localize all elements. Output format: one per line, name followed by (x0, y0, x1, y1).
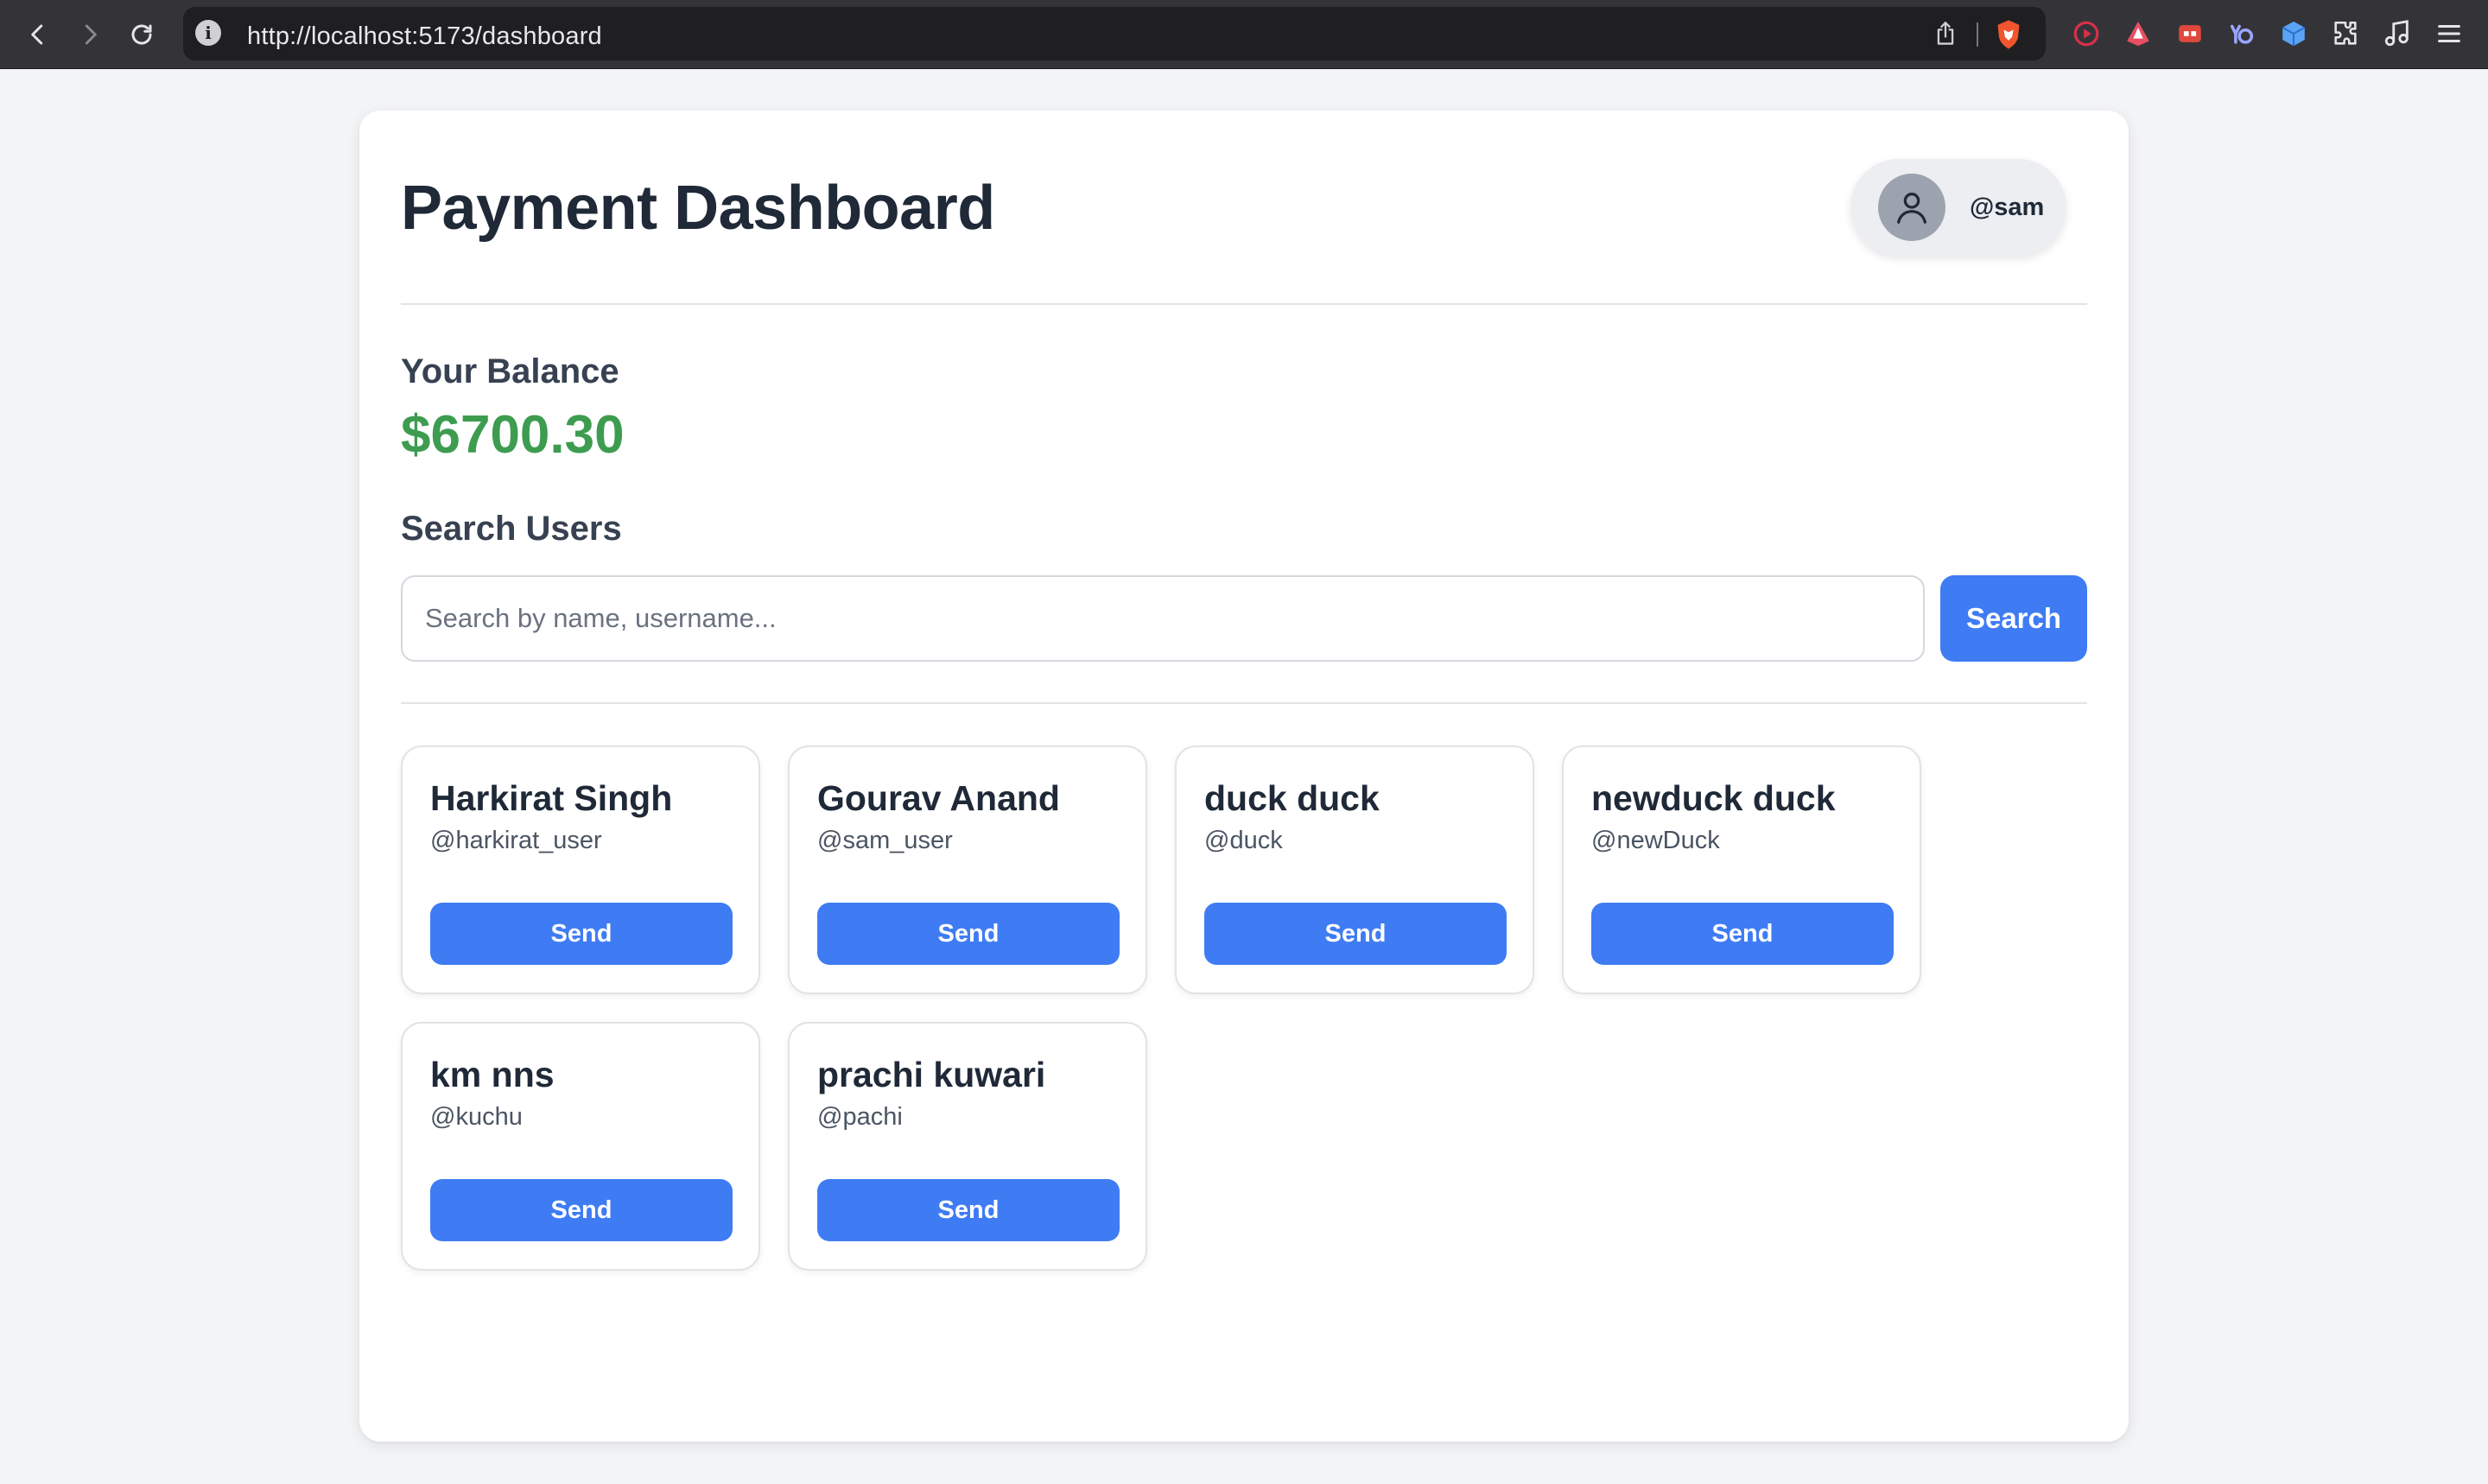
yo-extension-icon[interactable] (2224, 16, 2260, 52)
send-button[interactable]: Send (1591, 903, 1894, 965)
brave-shield-icon[interactable] (1994, 19, 2023, 54)
user-profile-pill[interactable]: @sam (1850, 159, 2066, 256)
site-info-icon[interactable]: i (195, 20, 221, 46)
address-bar-separator (1977, 22, 1978, 47)
search-input[interactable] (401, 575, 1925, 662)
share-icon[interactable] (1933, 21, 1958, 51)
cube-extension-icon[interactable] (2275, 16, 2312, 52)
user-username: @pachi (817, 1103, 903, 1131)
user-card: duck duck @duck Send (1175, 745, 1534, 994)
send-button[interactable]: Send (817, 903, 1120, 965)
user-username: @sam_user (817, 827, 953, 854)
send-button[interactable]: Send (1204, 903, 1507, 965)
user-card: prachi kuwari @pachi Send (788, 1022, 1147, 1271)
user-card: Gourav Anand @sam_user Send (788, 745, 1147, 994)
forward-icon[interactable] (69, 14, 111, 55)
user-name: duck duck (1204, 778, 1380, 818)
screen-extension-icon[interactable] (2172, 16, 2208, 52)
search-divider (401, 702, 2087, 704)
send-button[interactable]: Send (430, 903, 733, 965)
address-bar[interactable]: i http://localhost:5173/dashboard (183, 7, 2046, 60)
balance-amount: $6700.30 (401, 405, 625, 465)
puzzle-extensions-icon[interactable] (2327, 16, 2364, 52)
dashboard-card: Payment Dashboard @sam Your Balance $670… (359, 111, 2129, 1442)
user-name: Gourav Anand (817, 778, 1060, 818)
reload-icon[interactable] (121, 14, 162, 55)
url-text[interactable]: http://localhost:5173/dashboard (247, 22, 602, 51)
music-icon[interactable] (2379, 16, 2415, 52)
user-username: @kuchu (430, 1103, 523, 1131)
balance-label: Your Balance (401, 352, 619, 390)
current-user-handle: @sam (1970, 193, 2045, 221)
send-button[interactable]: Send (817, 1179, 1120, 1241)
page-title: Payment Dashboard (401, 174, 995, 243)
back-icon[interactable] (17, 14, 59, 55)
user-username: @harkirat_user (430, 827, 602, 854)
vpn-extension-icon[interactable] (2120, 16, 2156, 52)
user-name: Harkirat Singh (430, 778, 673, 818)
user-name: newduck duck (1591, 778, 1836, 818)
search-users-label: Search Users (401, 510, 622, 548)
user-username: @duck (1204, 827, 1283, 854)
user-username: @newDuck (1591, 827, 1720, 854)
user-name: prachi kuwari (817, 1055, 1046, 1094)
browser-toolbar: i http://localhost:5173/dashboard (0, 0, 2488, 69)
avatar (1878, 174, 1945, 241)
user-card: km nns @kuchu Send (401, 1022, 760, 1271)
search-button[interactable]: Search (1940, 575, 2087, 662)
user-card: newduck duck @newDuck Send (1562, 745, 1921, 994)
user-name: km nns (430, 1055, 555, 1094)
youtube-extension-icon[interactable] (2068, 16, 2104, 52)
user-icon (1897, 193, 1926, 224)
user-card: Harkirat Singh @harkirat_user Send (401, 745, 760, 994)
header-divider (401, 303, 2087, 305)
send-button[interactable]: Send (430, 1179, 733, 1241)
menu-icon[interactable] (2431, 16, 2467, 52)
